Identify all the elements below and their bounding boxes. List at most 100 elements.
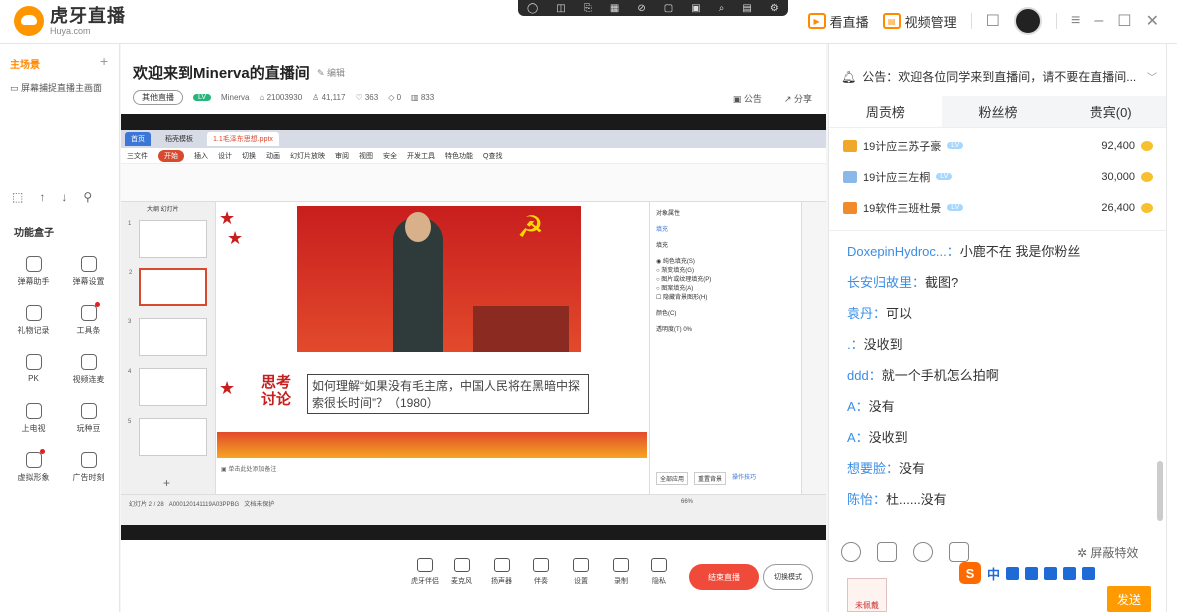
category-tag[interactable]: 其他直播 xyxy=(133,90,183,105)
wps-menu-item[interactable]: 动画 xyxy=(266,151,280,161)
wps-menu-item[interactable]: 幻灯片放映 xyxy=(290,151,325,161)
panel-fill-tab[interactable]: 填充 xyxy=(656,224,793,233)
wps-tab-file[interactable]: 1.1毛泽东思想.pptx xyxy=(207,132,279,146)
edit-title-button[interactable]: ✎ 编辑 xyxy=(317,66,345,79)
send-button[interactable]: 发送 xyxy=(1107,586,1151,612)
toolbar-icon[interactable]: ▤ xyxy=(742,3,751,14)
record-button[interactable]: 录制 xyxy=(613,558,629,586)
box-item-ads[interactable]: 广告时刻 xyxy=(61,452,116,483)
fill-option[interactable]: ○ 图案填充(A) xyxy=(656,283,793,292)
settings-button[interactable]: 设置 xyxy=(573,558,589,586)
wps-menu-item[interactable]: Q查找 xyxy=(483,151,502,161)
add-scene-button[interactable]: + xyxy=(100,53,108,69)
apply-all-button[interactable]: 全部应用 xyxy=(656,472,689,485)
pin-icon[interactable]: ⚲ xyxy=(83,190,92,204)
add-slide-icon[interactable]: + xyxy=(163,476,170,490)
accompaniment-button[interactable]: 伴奏 xyxy=(533,558,549,586)
side-icon-bar[interactable] xyxy=(801,202,826,494)
reset-bg-button[interactable]: 重置背景 xyxy=(694,472,727,485)
wps-menu-item[interactable]: 切换 xyxy=(242,151,256,161)
wps-menu-item[interactable]: 开始 xyxy=(158,149,184,162)
toolbar-icon[interactable]: ▣ xyxy=(691,3,700,14)
fill-option[interactable]: ◉ 纯色填充(S) xyxy=(656,256,793,265)
scene-source-item[interactable]: ▭ 屏幕捕捉直播主画面 xyxy=(10,81,102,94)
share-button[interactable]: ↗ 分享 xyxy=(784,92,812,105)
box-item-toolbar[interactable]: 工具条 xyxy=(61,302,116,336)
close-icon[interactable]: ✕ xyxy=(1146,11,1159,31)
user-avatar[interactable] xyxy=(1014,7,1042,35)
privacy-button[interactable]: 隐私 xyxy=(651,558,667,586)
microphone-button[interactable]: 麦克风 xyxy=(451,558,472,586)
tab-vip[interactable]: 贵宾(0) xyxy=(1054,96,1168,127)
toolbar-icon[interactable]: ⎘ xyxy=(584,3,592,14)
rank-row[interactable]: 19软件三班杜景 LV 26,400 xyxy=(829,192,1167,223)
move-down-icon[interactable]: ↓ xyxy=(61,190,67,204)
notice-button[interactable]: ▣ 公告 xyxy=(733,92,762,105)
chat-scrollbar[interactable] xyxy=(1157,461,1163,521)
fan-badge-avatar[interactable]: 未佩戴 xyxy=(847,578,887,612)
box-item-gift-records[interactable]: 礼物记录 xyxy=(6,305,61,336)
source-settings-icon[interactable]: ⬚ xyxy=(12,190,23,204)
chat-input-area[interactable]: 未佩戴 发送 xyxy=(841,574,1159,612)
toolbar-icon[interactable]: ▢ xyxy=(664,3,673,14)
switch-mode-button[interactable]: 切换模式 xyxy=(763,564,813,590)
box-item-beans[interactable]: 玩种豆 xyxy=(61,403,116,434)
screen-share-toolbar[interactable]: ◯ ◫ ⎘ ▦ ⊘ ▢ ▣ ⌕ ▤ ⚙ xyxy=(518,0,788,16)
chevron-down-icon[interactable]: ﹀ xyxy=(1147,69,1157,84)
wps-menu-item[interactable]: 设计 xyxy=(218,151,232,161)
toolbar-icon[interactable]: ⊘ xyxy=(637,3,645,14)
toolbar-icon[interactable]: ◫ xyxy=(556,3,565,14)
tips-link[interactable]: 操作技巧 xyxy=(732,472,756,485)
font-icon[interactable] xyxy=(949,542,969,562)
toolbar-icon[interactable]: ▦ xyxy=(610,3,619,14)
slide-question-box[interactable]: 如何理解“如果没有毛主席，中国人民将在黑暗中探索很长时间”？（1980） xyxy=(307,374,589,414)
notes-hint[interactable]: ▣ 单击此处添加备注 xyxy=(221,464,276,473)
toolbar-icon[interactable]: ⚙ xyxy=(770,3,779,14)
danmaku-style-icon[interactable] xyxy=(877,542,897,562)
rank-row[interactable]: 19计应三苏子豪 LV 92,400 xyxy=(829,130,1167,161)
fill-option[interactable]: ○ 图片或纹理填充(P) xyxy=(656,274,793,283)
wps-menu-item[interactable]: 三文件 xyxy=(127,151,148,161)
box-item-video-link[interactable]: 视频连麦 xyxy=(61,354,116,385)
wps-menu-item[interactable]: 开发工具 xyxy=(407,151,435,161)
minimize-icon[interactable]: – xyxy=(1094,12,1103,30)
move-up-icon[interactable]: ↑ xyxy=(39,190,45,204)
wps-menu-item[interactable]: 插入 xyxy=(194,151,208,161)
wps-menu-item[interactable]: 视图 xyxy=(359,151,373,161)
wps-tab-template[interactable]: 稻壳模板 xyxy=(159,132,199,146)
box-item-danmaku-settings[interactable]: 弹幕设置 xyxy=(61,256,116,287)
tab-weekly[interactable]: 周贡榜 xyxy=(829,96,942,127)
wps-tab-home[interactable]: 首页 xyxy=(125,132,151,146)
slide-thumb[interactable]: 4 xyxy=(128,368,207,406)
end-live-button[interactable]: 结束直播 xyxy=(689,564,759,590)
slide-thumb[interactable]: 2 xyxy=(129,268,207,306)
fan-icon[interactable] xyxy=(913,542,933,562)
box-item-danmaku-assistant[interactable]: 弹幕助手 xyxy=(6,256,61,287)
announcement[interactable]: 🔔︎ 公告：欢迎各位同学来到直播间，请不要在直播间... ﹀ xyxy=(841,68,1157,85)
slide-thumb[interactable]: 1 xyxy=(128,220,207,258)
wps-menu-item[interactable]: 审阅 xyxy=(335,151,349,161)
speaker-button[interactable]: 扬声器 xyxy=(491,558,512,586)
slide-thumb[interactable]: 5 xyxy=(128,418,207,456)
toolbar-icon[interactable]: ◯ xyxy=(527,3,538,14)
maximize-icon[interactable]: ☐ xyxy=(1117,11,1131,31)
fill-option[interactable]: ○ 渐变填充(G) xyxy=(656,265,793,274)
menu-icon[interactable]: ≡ xyxy=(1071,12,1080,30)
rank-row[interactable]: 19计应三左桐 LV 30,000 xyxy=(829,161,1167,192)
huya-companion-button[interactable]: 虎牙伴侣 xyxy=(411,558,439,586)
wps-menu-item[interactable]: 安全 xyxy=(383,151,397,161)
tab-fans[interactable]: 粉丝榜 xyxy=(941,96,1055,127)
emoji-icon[interactable] xyxy=(841,542,861,562)
message-icon[interactable]: ☐ xyxy=(986,11,1000,31)
hide-bg-checkbox[interactable]: ☐ 隐藏背景图形(H) xyxy=(656,292,793,301)
watch-live-button[interactable]: ▶ 看直播 xyxy=(807,12,869,31)
toolbar-icon[interactable]: ⌕ xyxy=(719,3,725,14)
shield-effects-button[interactable]: ✲ 屏蔽特效 xyxy=(1077,544,1138,561)
box-item-avatar[interactable]: 虚拟形象 xyxy=(6,449,61,483)
wps-menu-item[interactable]: 特色功能 xyxy=(445,151,473,161)
outline-tabs[interactable]: 大纲 幻灯片 xyxy=(147,204,179,213)
box-item-tv[interactable]: 上电视 xyxy=(6,403,61,434)
video-manage-button[interactable]: ▤ 视频管理 xyxy=(882,12,957,31)
slide-thumb[interactable]: 3 xyxy=(128,318,207,356)
box-item-pk[interactable]: PK xyxy=(6,354,61,385)
